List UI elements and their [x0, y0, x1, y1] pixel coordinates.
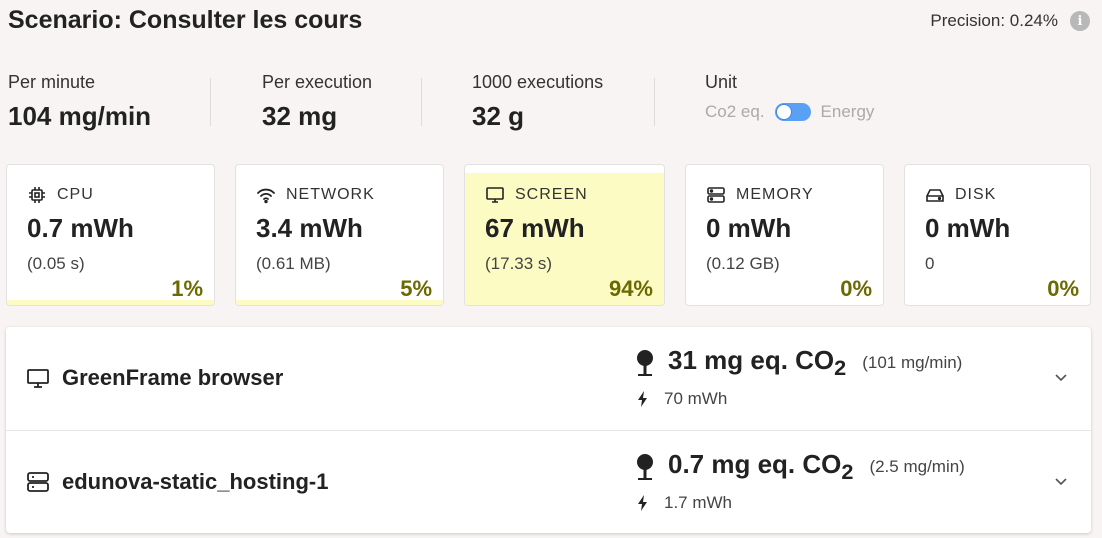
unit-option-co2[interactable]: Co2 eq.: [705, 102, 765, 122]
lightning-icon: [638, 495, 647, 511]
stat-1000-executions: 1000 executions 32 g: [472, 72, 603, 132]
monitor-icon: [27, 369, 49, 388]
card-cpu: CPU 0.7 mWh (0.05 s) 1%: [6, 164, 215, 306]
divider: [654, 78, 655, 126]
chevron-down-icon[interactable]: [1053, 369, 1069, 385]
card-screen: SCREEN 67 mWh (17.33 s) 94%: [464, 164, 665, 306]
tree-icon: [637, 350, 653, 377]
unit-selector: Unit Co2 eq. Energy: [705, 72, 874, 122]
stat-per-minute: Per minute 104 mg/min: [8, 72, 151, 132]
card-percent: 0%: [1047, 276, 1079, 301]
co2-amount-text: 0.7 mg eq. CO: [668, 449, 842, 479]
card-detail: (17.33 s): [485, 254, 553, 273]
card-label: MEMORY: [736, 186, 814, 203]
card-disk: DISK 0 mWh 0 0%: [904, 164, 1091, 306]
precision-text: Precision: 0.24%: [930, 11, 1058, 30]
card-value: 67 mWh: [485, 213, 585, 243]
card-value: 0 mWh: [925, 213, 1011, 243]
stat-label: Per minute: [8, 72, 96, 92]
containers-panel: GreenFrame browser 31 mg eq. CO2 (101 mg…: [6, 327, 1091, 533]
card-detail: (0.12 GB): [706, 254, 780, 273]
energy-value: 1.7 mWh: [664, 493, 733, 512]
server-icon: [27, 472, 49, 492]
stat-value: 104 mg/min: [8, 101, 152, 131]
co2-amount: 0.7 mg eq. CO2: [668, 449, 853, 485]
card-detail: (0.05 s): [27, 254, 85, 273]
card-value: 3.4 mWh: [256, 213, 363, 243]
tree-icon: [637, 454, 653, 481]
energy-value: 70 mWh: [664, 389, 728, 408]
co2-amount-text: 31 mg eq. CO: [668, 345, 835, 375]
card-percent: 0%: [840, 276, 872, 301]
disk-icon: [926, 189, 944, 202]
stat-label: 1000 executions: [472, 72, 604, 92]
divider: [421, 78, 422, 126]
stat-value: 32 g: [472, 101, 525, 131]
co2-subscript: 2: [834, 355, 847, 381]
page-title: Scenario: Consulter les cours: [8, 6, 363, 34]
unit-option-energy[interactable]: Energy: [821, 102, 875, 122]
stat-value: 32 mg: [262, 101, 338, 131]
card-percent: 94%: [608, 276, 653, 301]
stat-per-execution: Per execution 32 mg: [262, 72, 372, 132]
co2-subscript: 2: [841, 459, 854, 485]
card-label: NETWORK: [286, 186, 375, 203]
card-detail: 0: [925, 254, 935, 273]
container-name: edunova-static_hosting-1: [62, 469, 329, 494]
info-icon[interactable]: i: [1070, 11, 1090, 31]
precision-indicator: Precision: 0.24% i: [930, 11, 1090, 31]
card-percent: 1%: [171, 276, 203, 301]
stat-label: Per execution: [262, 72, 373, 92]
unit-toggle[interactable]: [774, 103, 811, 121]
monitor-icon: [486, 187, 504, 203]
container-name: GreenFrame browser: [62, 365, 284, 390]
container-row[interactable]: GreenFrame browser 31 mg eq. CO2 (101 mg…: [6, 327, 1091, 430]
card-detail: (0.61 MB): [256, 254, 331, 273]
toggle-knob: [775, 104, 792, 120]
cpu-icon: [29, 187, 45, 203]
unit-label: Unit: [705, 72, 738, 92]
co2-rate: (101 mg/min): [862, 353, 963, 373]
chevron-down-icon[interactable]: [1053, 473, 1069, 489]
wifi-icon: [257, 188, 275, 204]
container-row[interactable]: edunova-static_hosting-1 0.7 mg eq. CO2 …: [6, 430, 1091, 533]
co2-rate: (2.5 mg/min): [869, 457, 965, 477]
card-label: CPU: [57, 186, 94, 203]
card-value: 0 mWh: [706, 213, 792, 243]
card-value: 0.7 mWh: [27, 213, 134, 243]
co2-amount: 31 mg eq. CO2: [668, 345, 846, 381]
memory-icon: [707, 187, 725, 203]
card-network: NETWORK 3.4 mWh (0.61 MB) 5%: [235, 164, 444, 306]
card-label: DISK: [955, 186, 997, 203]
divider: [210, 78, 211, 126]
card-memory: MEMORY 0 mWh (0.12 GB) 0%: [685, 164, 884, 306]
lightning-icon: [638, 391, 647, 407]
card-label: SCREEN: [515, 186, 588, 203]
stats-row: Per minute 104 mg/min Per execution 32 m…: [0, 72, 900, 132]
card-percent: 5%: [400, 276, 432, 301]
